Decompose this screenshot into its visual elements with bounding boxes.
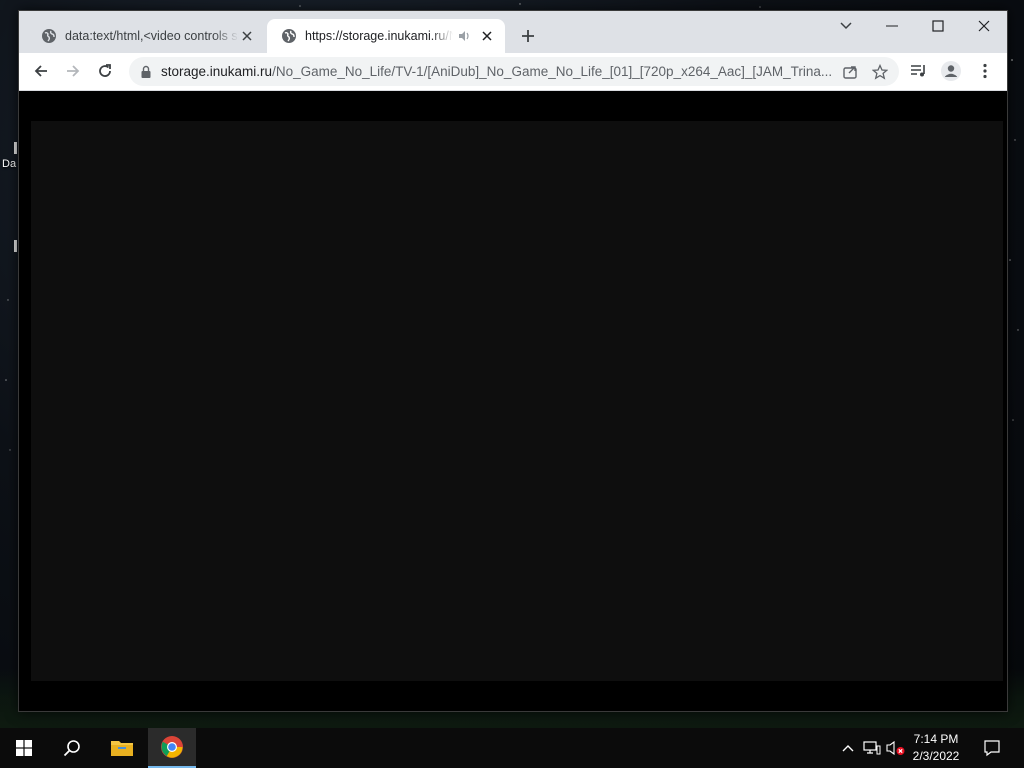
star-icon (872, 63, 888, 80)
tab-storage-inukami[interactable]: https://storage.inukami.ru/No_Game_No_Li… (267, 19, 505, 53)
taskbar-clock[interactable]: 7:14 PM 2/3/2022 (906, 731, 966, 765)
address-bar[interactable]: storage.inukami.ru/No_Game_No_Life/TV-1/… (129, 57, 899, 86)
action-center-button[interactable] (982, 738, 1002, 758)
minimize-button[interactable] (869, 11, 915, 41)
taskbar: 7:14 PM 2/3/2022 (0, 728, 1024, 768)
clock-time: 7:14 PM (913, 732, 959, 746)
network-icon (863, 741, 881, 755)
media-control-button[interactable] (905, 57, 933, 85)
page-content (19, 91, 1007, 711)
chrome-taskbar-button[interactable] (148, 728, 196, 768)
clock-date: 2/3/2022 (912, 749, 960, 763)
avatar-icon (941, 61, 961, 81)
speaker-icon[interactable] (457, 29, 471, 43)
show-hidden-icons-button[interactable] (838, 738, 858, 758)
browser-window: data:text/html,<video controls src= http… (18, 10, 1008, 712)
desktop-icon-label[interactable]: Da (2, 158, 16, 170)
forward-button[interactable] (59, 57, 87, 85)
globe-icon (42, 29, 56, 43)
reload-button[interactable] (91, 57, 119, 85)
lock-icon[interactable] (139, 65, 153, 79)
folder-icon (111, 741, 133, 756)
start-button[interactable] (0, 728, 48, 768)
tab-data-url[interactable]: data:text/html,<video controls src= (27, 19, 265, 53)
tab-strip: data:text/html,<video controls src= http… (19, 11, 1007, 53)
tab-title: data:text/html,<video controls src= (65, 29, 239, 43)
maximize-icon (932, 20, 944, 32)
desktop-icon[interactable] (14, 142, 17, 154)
chrome-icon (161, 736, 183, 758)
reload-icon (99, 64, 111, 77)
search-button[interactable] (48, 728, 96, 768)
close-window-button[interactable] (961, 11, 1007, 41)
bookmark-button[interactable] (867, 59, 893, 85)
volume-tray-icon[interactable] (886, 738, 906, 758)
url-text[interactable]: storage.inukami.ru/No_Game_No_Life/TV-1/… (161, 64, 831, 79)
globe-icon (282, 29, 296, 43)
browser-toolbar: storage.inukami.ru/No_Game_No_Life/TV-1/… (19, 53, 1007, 91)
plus-icon (522, 30, 534, 42)
menu-button[interactable] (971, 57, 999, 85)
share-icon (843, 65, 857, 79)
notification-icon (984, 740, 1000, 757)
arrow-right-icon (67, 65, 80, 77)
maximize-button[interactable] (915, 11, 961, 41)
close-icon (978, 20, 990, 32)
chevron-up-icon (842, 745, 854, 752)
chevron-down-icon (840, 22, 852, 30)
tab-title: https://storage.inukami.ru/No_Game_No_Li… (305, 29, 453, 43)
minimize-icon (886, 25, 898, 27)
arrow-left-icon (34, 65, 47, 77)
close-tab-icon[interactable] (479, 28, 495, 44)
desktop-icon-2[interactable] (14, 240, 17, 252)
more-vert-icon (983, 63, 987, 79)
url-host: storage.inukami.ru (161, 64, 273, 79)
search-icon (63, 740, 80, 757)
speaker-muted-icon (886, 740, 905, 756)
tab-search-button[interactable] (823, 11, 869, 41)
back-button[interactable] (27, 57, 55, 85)
network-tray-icon[interactable] (862, 738, 882, 758)
url-path: /No_Game_No_Life/TV-1/[AniDub]_No_Game_N… (272, 64, 831, 79)
windows-logo-icon (16, 740, 32, 756)
share-button[interactable] (837, 59, 863, 85)
file-explorer-button[interactable] (98, 728, 146, 768)
video-player[interactable] (31, 121, 1003, 681)
new-tab-button[interactable] (517, 25, 539, 47)
close-tab-icon[interactable] (239, 28, 255, 44)
profile-button[interactable] (937, 57, 965, 85)
queue-music-icon (911, 65, 925, 77)
